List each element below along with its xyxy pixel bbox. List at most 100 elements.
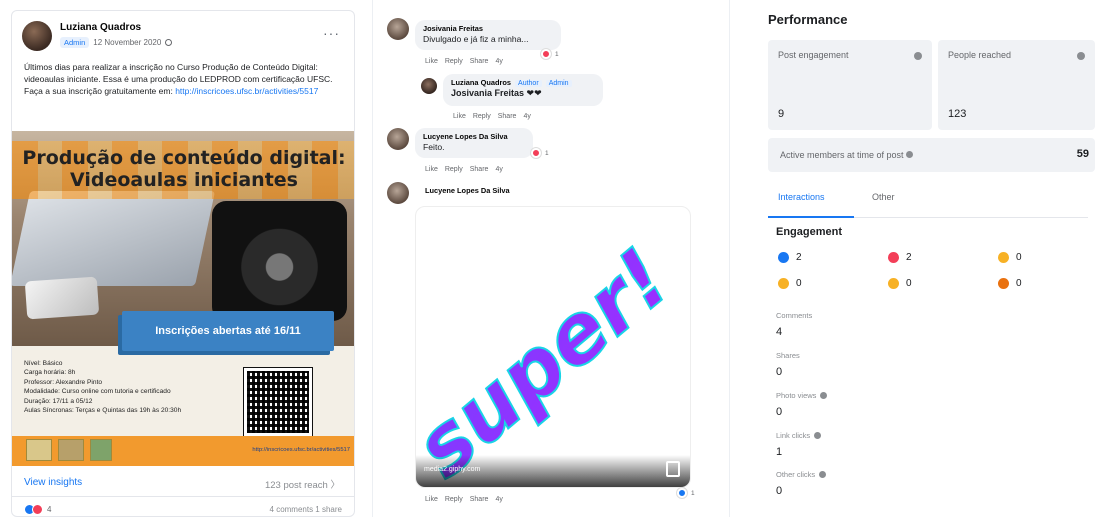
camera-image [212, 201, 347, 321]
comment-time[interactable]: 4y [523, 113, 530, 120]
gif-image: super! [416, 230, 689, 487]
like-icon [778, 252, 789, 263]
photo-views-metric-text: Photo views [776, 391, 817, 400]
post-image[interactable]: Produção de conteúdo digital: Videoaulas… [12, 131, 354, 466]
admin-badge: Admin [60, 37, 90, 48]
active-members-value: 59 [1076, 148, 1089, 160]
post-reach-text: 123 post reach [264, 480, 328, 491]
share-action[interactable]: Share [498, 113, 517, 120]
banner-cta: Inscrições abertas até 16/11 [122, 311, 334, 351]
engagement-title: Engagement [776, 226, 843, 238]
performance-panel: Performance Post engagement 9 People rea… [760, 0, 1095, 517]
love-icon [32, 504, 43, 515]
view-insights-link[interactable]: View insights [24, 477, 82, 488]
share-action[interactable]: Share [470, 496, 489, 503]
angry-reactions: 0 [998, 278, 1022, 289]
like-action[interactable]: Like [425, 58, 438, 65]
author-avatar[interactable] [22, 21, 52, 51]
comment-time[interactable]: 4y [495, 58, 502, 65]
info-icon[interactable] [914, 52, 922, 60]
active-members-card: Active members at time of post 59 [768, 138, 1095, 172]
like-reactions: 2 [778, 252, 802, 263]
love-reactions: 2 [888, 252, 912, 263]
commenter-avatar[interactable] [387, 128, 409, 150]
comment-time[interactable]: 4y [495, 166, 502, 173]
people-reached-label: People reached [948, 50, 1012, 60]
reply-actions: Like Reply Share 4y [453, 113, 531, 120]
reply-action[interactable]: Reply [473, 113, 491, 120]
love-reaction-icon[interactable] [531, 148, 541, 158]
share-action[interactable]: Share [470, 166, 489, 173]
link-clicks-metric-text: Link clicks [776, 431, 811, 440]
love-icon [888, 252, 899, 263]
post-reach[interactable]: 123 post reach 〉 [265, 477, 340, 491]
info-icon[interactable] [1077, 52, 1085, 60]
like-action[interactable]: Like [425, 496, 438, 503]
partner-logo [26, 439, 52, 461]
post-engagement-value: 9 [778, 108, 785, 120]
post-author[interactable]: Luziana Quadros [60, 22, 141, 33]
commenter-avatar[interactable] [387, 182, 409, 204]
reaction-count: 1 [555, 51, 559, 58]
wow-count: 0 [796, 278, 802, 289]
post-header: Luziana Quadros Admin 12 November 2020 ·… [22, 21, 344, 55]
banner-title: Produção de conteúdo digital: Videoaulas… [22, 147, 346, 191]
commenter-name[interactable]: Lucyene Lopes Da Silva [423, 132, 525, 141]
comments-metric-value: 4 [776, 326, 783, 338]
reaction-row: 4 4 comments 1 share [24, 503, 342, 516]
replier-avatar[interactable] [421, 78, 437, 94]
info-icon[interactable] [814, 432, 822, 439]
post-date[interactable]: 12 November 2020 [93, 38, 161, 47]
other-clicks-metric-value: 0 [776, 485, 783, 497]
reaction-summary[interactable]: 4 [24, 504, 51, 515]
comment-actions: Like Reply Share 4y [425, 496, 503, 503]
reply-action[interactable]: Reply [445, 166, 463, 173]
more-options-icon[interactable]: ··· [323, 25, 340, 41]
post-meta: Admin 12 November 2020 [60, 37, 173, 48]
replier-name-text[interactable]: Luziana Quadros [451, 78, 511, 87]
audience-icon [165, 39, 173, 46]
comment-actions: Like Reply Share 4y [425, 58, 503, 65]
post-link[interactable]: http://inscricoes.ufsc.br/activities/551… [175, 86, 318, 96]
reaction-count: 4 [47, 505, 52, 514]
link-clicks-metric-label: Link clicks [776, 431, 822, 440]
tab-other[interactable]: Other [872, 192, 895, 202]
gif-source[interactable]: media2.giphy.com [424, 466, 480, 473]
open-external-icon[interactable] [666, 461, 680, 477]
laptop-image [12, 191, 216, 286]
haha-reactions: 0 [998, 252, 1022, 263]
people-reached-card: People reached 123 [938, 40, 1095, 130]
comments-metric-text: Comments [776, 311, 813, 320]
info-line: Duração: 17/11 a 05/12 [24, 397, 93, 405]
info-icon[interactable] [819, 471, 827, 478]
commenter-avatar[interactable] [387, 18, 409, 40]
author-tag: Author [515, 80, 542, 87]
gif-attachment[interactable]: super! media2.giphy.com [415, 206, 691, 488]
info-line: Carga horária: 8h [24, 369, 76, 377]
info-line: Nível: Básico [24, 360, 63, 367]
partner-logos [26, 439, 112, 461]
partner-logo [90, 439, 112, 461]
comment-text: Feito. [423, 142, 445, 152]
shares-metric-label: Shares [776, 351, 800, 360]
comment-bubble: Josivania Freitas Divulgado e já fiz a m… [415, 20, 561, 50]
like-action[interactable]: Like [425, 166, 438, 173]
like-reaction-icon[interactable] [677, 488, 687, 498]
comment-share-counts[interactable]: 4 comments 1 share [270, 505, 342, 514]
reply-text: Josivania Freitas ❤❤ [451, 88, 542, 98]
info-icon[interactable] [906, 151, 914, 158]
active-members-label-text: Active members at time of post [780, 150, 904, 160]
share-action[interactable]: Share [470, 58, 489, 65]
comment-time[interactable]: 4y [495, 496, 502, 503]
info-icon[interactable] [820, 392, 828, 399]
tab-interactions[interactable]: Interactions [778, 192, 825, 202]
sad-reactions: 0 [888, 278, 912, 289]
reply-action[interactable]: Reply [445, 496, 463, 503]
commenter-name[interactable]: Josivania Freitas [423, 24, 553, 33]
comments-metric-label: Comments [776, 311, 812, 320]
love-reaction-icon[interactable] [541, 49, 551, 59]
active-tab-indicator [768, 216, 854, 218]
reply-action[interactable]: Reply [445, 58, 463, 65]
commenter-name[interactable]: Lucyene Lopes Da Silva [425, 186, 510, 195]
like-action[interactable]: Like [453, 113, 466, 120]
